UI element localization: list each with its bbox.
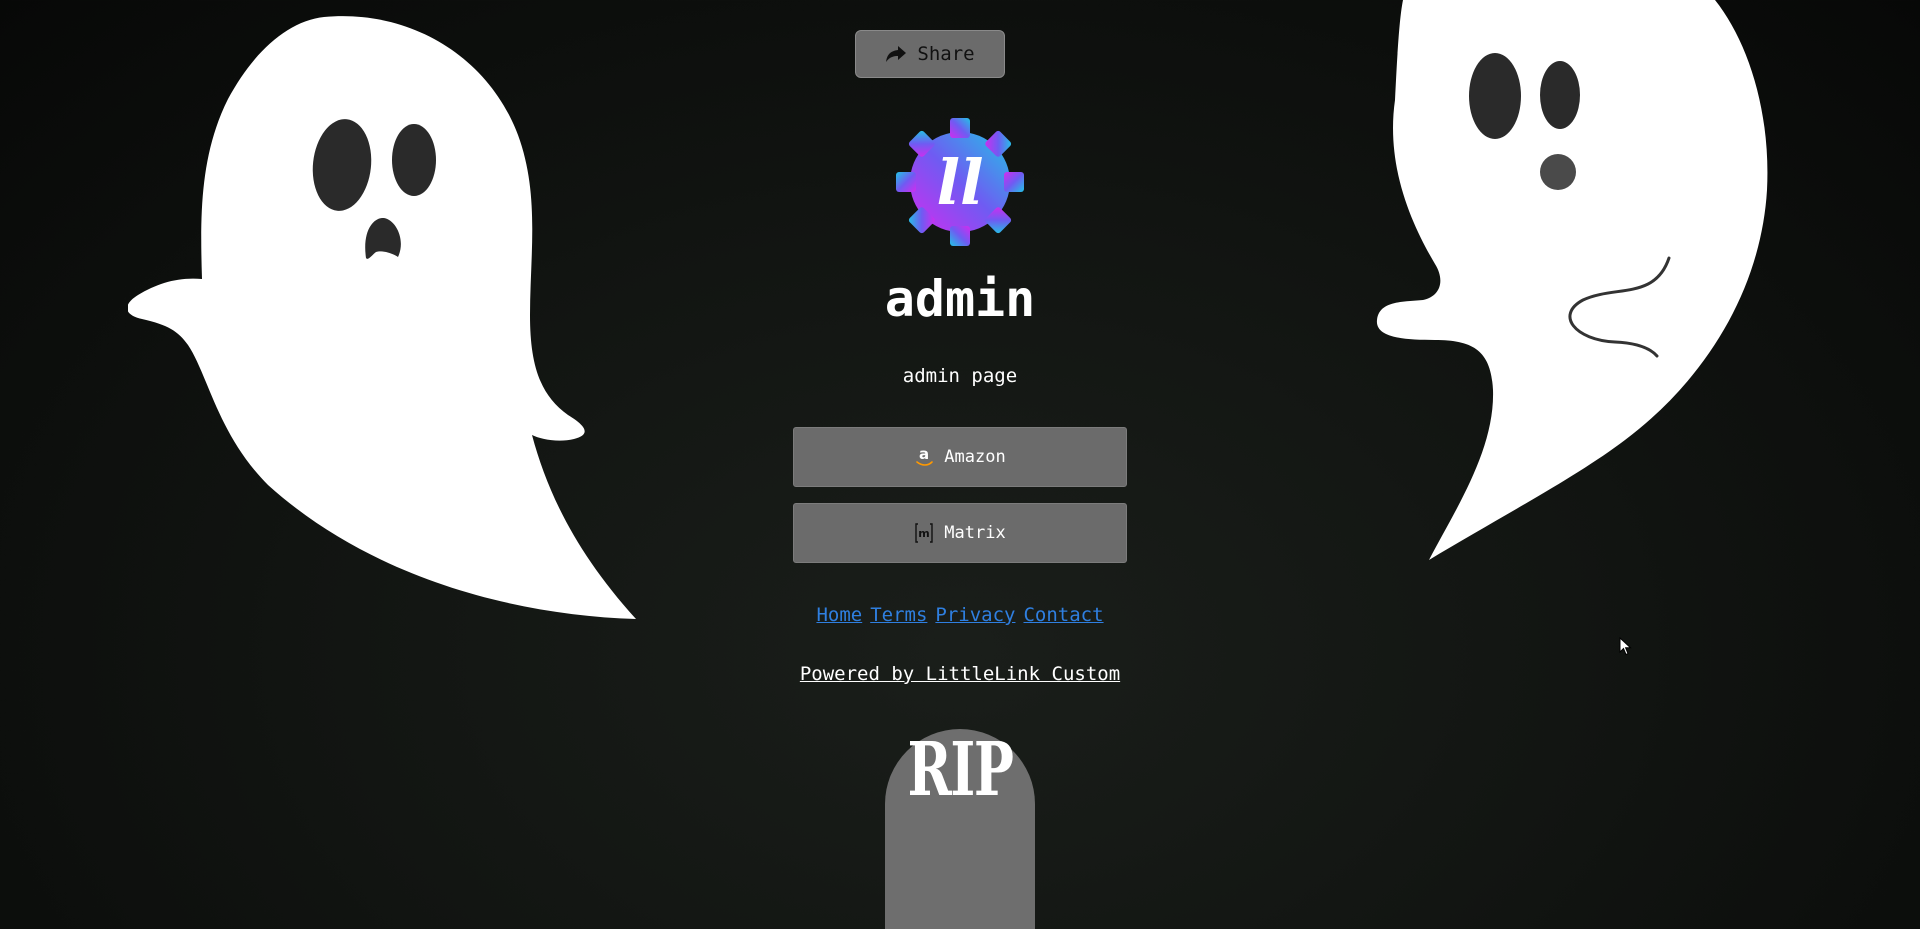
- ghost-right-eye-left: [1469, 53, 1521, 139]
- littlelink-gear-logo: ll: [896, 118, 1024, 246]
- footer-link-terms[interactable]: Terms: [870, 604, 927, 626]
- profile-name: admin: [884, 270, 1036, 328]
- powered-by-link[interactable]: Powered by LittleLink Custom: [800, 663, 1120, 685]
- tombstone-illustration: RIP: [885, 727, 1035, 929]
- footer-link-privacy[interactable]: Privacy: [935, 604, 1015, 626]
- svg-text:a: a: [919, 446, 929, 463]
- ghost-right-eye-right: [1540, 61, 1580, 129]
- svg-text:ll: ll: [936, 146, 983, 219]
- mouse-cursor-icon: [1619, 637, 1632, 656]
- matrix-icon: m: [914, 522, 934, 544]
- footer-link-home[interactable]: Home: [816, 604, 862, 626]
- ghost-left-eye-right: [392, 124, 436, 196]
- footer-link-contact[interactable]: Contact: [1023, 604, 1103, 626]
- amazon-icon: a: [914, 446, 934, 468]
- amazon-link-label: Amazon: [944, 447, 1006, 467]
- matrix-link-label: Matrix: [944, 523, 1006, 543]
- tombstone-text: RIP: [907, 727, 1014, 813]
- amazon-link-button[interactable]: a Amazon: [793, 427, 1127, 487]
- share-button-label: Share: [917, 43, 975, 65]
- powered-by: Powered by LittleLink Custom: [0, 660, 1920, 688]
- matrix-link-button[interactable]: m Matrix: [793, 503, 1127, 563]
- ghost-right-mouth: [1540, 154, 1576, 190]
- share-button[interactable]: Share: [855, 30, 1005, 78]
- share-arrow-icon: [886, 46, 907, 62]
- svg-text:m: m: [919, 527, 930, 540]
- profile-description: admin page: [902, 365, 1018, 387]
- footer-links: Home Terms Privacy Contact: [0, 601, 1920, 629]
